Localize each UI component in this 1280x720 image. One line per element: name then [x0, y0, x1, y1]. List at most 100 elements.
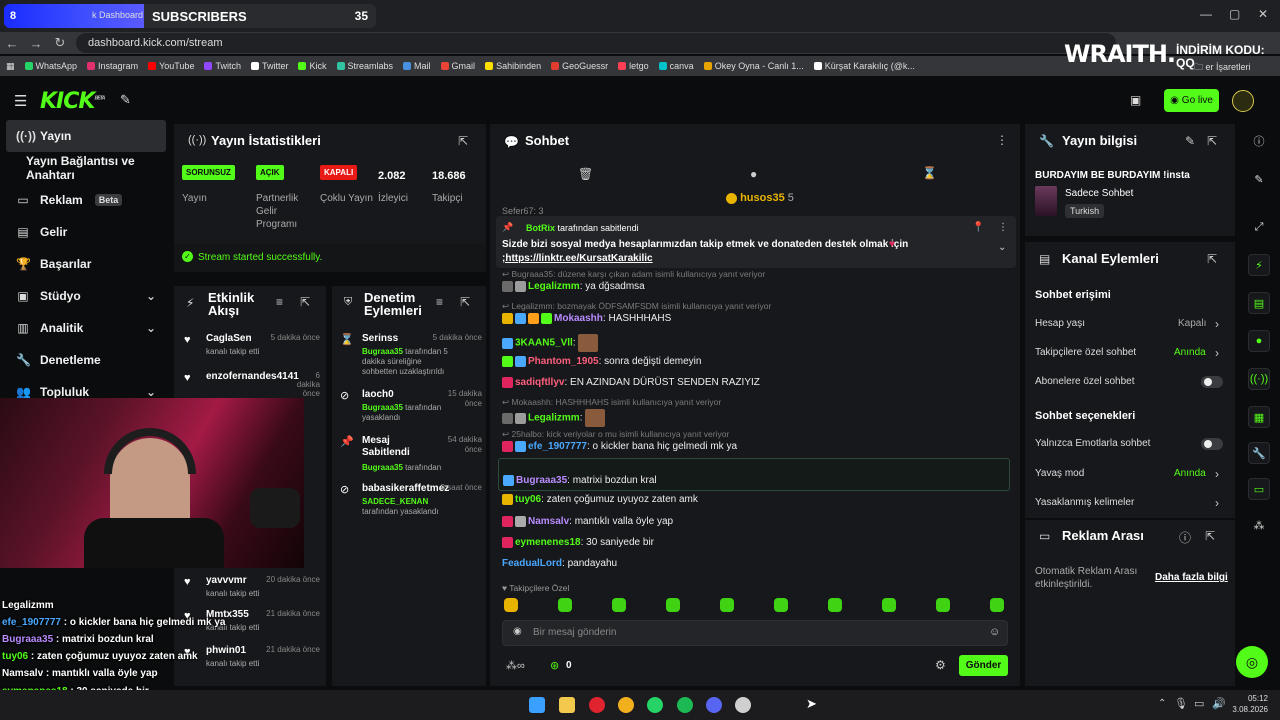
url-input[interactable]: dashboard.kick.com/stream [76, 33, 1116, 53]
minimize-icon[interactable]: — [1200, 7, 1212, 21]
clipboard-icon[interactable]: ▤ [1248, 292, 1270, 314]
menu-icon[interactable]: ☰ [14, 92, 27, 110]
category-name[interactable]: Sadece Sohbet [1065, 188, 1133, 199]
emote-only-toggle[interactable] [1201, 438, 1223, 450]
sidebar-item[interactable]: ▣ Stüdyo ⌄ [0, 280, 172, 312]
send-button[interactable]: Gönder [959, 655, 1008, 676]
chat-message[interactable]: Legalizmm: ya dğsadmsa [502, 281, 645, 292]
bookmark-item[interactable]: Sahibinden [485, 61, 541, 71]
chevron-down-icon[interactable]: ⌄ [998, 242, 1006, 253]
lightning-icon[interactable]: ⚡ [1248, 254, 1270, 276]
chat-username[interactable]: Namsalv [528, 516, 569, 527]
chat-message[interactable]: Mokaashh: HASHHHAHS [502, 313, 671, 324]
chat-message[interactable]: tuy06: zaten çoğumuz uyuyoz zaten amk [502, 494, 698, 505]
hourglass-icon[interactable]: ⌛ [922, 166, 937, 180]
studio-icon[interactable]: ▣ [1130, 93, 1141, 107]
popout-icon[interactable]: ⇱ [1207, 252, 1217, 266]
popout-icon[interactable]: ⇱ [300, 295, 310, 309]
bookmark-item[interactable]: GeoGuessr [551, 61, 608, 71]
bookmark-item[interactable]: Streamlabs [336, 61, 393, 71]
chat-icon[interactable]: ● [1248, 330, 1270, 352]
chevron-down-icon[interactable]: ⌄ [146, 385, 156, 399]
bookmark-item[interactable]: Kick [298, 61, 327, 71]
chat-username[interactable]: efe_1907777 [528, 441, 587, 452]
sidebar-item[interactable]: 🏆 Başarılar [0, 248, 172, 280]
other-bookmarks[interactable]: 🗀 er İşaretleri [1194, 60, 1251, 76]
edit-icon[interactable]: ✎ [1248, 168, 1270, 190]
chat-username[interactable]: sadiqftllyv [515, 377, 564, 388]
emote-icon[interactable] [720, 598, 734, 612]
bookmark-item[interactable]: Gmail [440, 61, 475, 71]
popout-icon[interactable]: ⇱ [460, 295, 470, 309]
reload-icon[interactable]: ↻ [48, 35, 72, 51]
forward-icon[interactable]: → [24, 36, 48, 51]
chat-message[interactable]: efe_1907777: o kickler bana hiç gelmedi … [502, 441, 737, 452]
chat-message[interactable]: Bugraaa35: matrixi bozdun kral [498, 458, 1010, 492]
discord-icon[interactable] [706, 697, 722, 713]
wrench-icon[interactable]: 🔧 [1248, 442, 1270, 464]
bookmark-item[interactable]: WhatsApp [24, 61, 77, 71]
apps-icon[interactable]: ▦ [6, 61, 15, 72]
chat-message[interactable]: FeadualLord: pandayahu [502, 558, 617, 569]
info-icon[interactable]: ⓘ [1179, 529, 1191, 546]
avatar[interactable] [1232, 90, 1254, 112]
bookmark-item[interactable]: letgo [618, 61, 649, 71]
chat-username[interactable]: Phantom_1905 [528, 356, 599, 367]
popout-icon[interactable]: ⇱ [1207, 134, 1217, 148]
pinned-more-icon[interactable]: ⋮ [998, 222, 1008, 233]
bookmark-item[interactable]: YouTube [148, 61, 194, 71]
tray-chevron-icon[interactable]: ⌃ [1158, 698, 1166, 709]
filter-icon[interactable]: ≡ [436, 295, 443, 309]
back-icon[interactable]: ← [0, 36, 24, 51]
chat-username[interactable]: tuy06 [515, 494, 541, 505]
close-icon[interactable]: ✕ [1258, 7, 1268, 21]
smiley-icon[interactable]: ☺ [989, 626, 1000, 638]
bookmark-item[interactable]: Instagram [87, 61, 138, 71]
emoji-icon[interactable]: ◉ [513, 626, 522, 637]
sidebar-item[interactable]: ▭ Reklam Beta [0, 184, 172, 216]
chat-username[interactable]: eymenenes18 [515, 537, 581, 548]
chevron-down-icon[interactable]: ⌄ [146, 289, 156, 303]
go-live-button[interactable]: ◉ Go live [1164, 89, 1219, 112]
support-button[interactable]: ◎ [1236, 646, 1268, 678]
category-thumbnail[interactable] [1035, 186, 1057, 216]
pin-icon[interactable]: ✎ [120, 92, 131, 108]
popout-icon[interactable]: ⇱ [458, 134, 468, 148]
edit-icon[interactable]: ✎ [1185, 134, 1195, 148]
clock[interactable]: 05:12 3.08.2026 [1232, 693, 1268, 715]
trash-icon[interactable]: 🗑 [578, 167, 593, 181]
followers-chat-value[interactable]: Anında [1174, 347, 1206, 358]
stack-icon[interactable]: ▦ [1248, 406, 1270, 428]
subscriber-counter-tab[interactable]: 8 k Dashboard SUBSCRIBERS 35 [4, 4, 376, 28]
bookmark-item[interactable]: Kürşat Karakılıç (@k... [813, 61, 915, 71]
emote-icon[interactable] [882, 598, 896, 612]
bookmark-item[interactable]: Twitter [250, 61, 288, 71]
emote-icon[interactable] [936, 598, 950, 612]
chat-message[interactable]: Namsalv: mantıklı valla öyle yap [502, 516, 673, 527]
chevron-right-icon[interactable]: › [1215, 496, 1219, 510]
chat-username[interactable]: FeadualLord [502, 558, 562, 569]
whatsapp-icon[interactable] [647, 697, 663, 713]
sidebar-item[interactable]: Yayın Bağlantısı ve Anahtarı [0, 152, 172, 184]
chat-message[interactable]: Phantom_1905: sonra değişti demeyin [502, 356, 701, 367]
chat-username[interactable]: 3KAAN5_Vll [515, 338, 573, 349]
volume-icon[interactable]: 🔊 [1212, 697, 1226, 710]
slow-mode-value[interactable]: Anında [1174, 468, 1206, 479]
bookmark-item[interactable]: Mail [403, 61, 431, 71]
emote-icon[interactable] [828, 598, 842, 612]
chrome-icon[interactable] [618, 697, 634, 713]
sidebar-item[interactable]: ((·)) Yayın [6, 120, 166, 152]
top-gifter[interactable]: husos35 5 [726, 192, 794, 204]
info-icon[interactable]: ⓘ [1248, 130, 1270, 152]
emote-icon[interactable] [612, 598, 626, 612]
chevron-right-icon[interactable]: › [1215, 346, 1219, 360]
pinned-link[interactable]: ;https://linktr.ee/KursatKarakilic [502, 253, 653, 264]
popout-icon[interactable]: ⇱ [1205, 529, 1215, 543]
chat-message[interactable]: Legalizmm: [502, 409, 607, 427]
start-icon[interactable] [529, 697, 545, 713]
emote-icon[interactable] [990, 598, 1004, 612]
bookmark-item[interactable]: Twitch [204, 61, 241, 71]
expand-icon[interactable]: ⤢ [1248, 216, 1270, 238]
pinned-message[interactable]: 📌 BotRix tarafından sabitlendi 📍 ⋮ Sizde… [496, 216, 1016, 268]
sidebar-item[interactable]: ▥ Analitik ⌄ [0, 312, 172, 344]
